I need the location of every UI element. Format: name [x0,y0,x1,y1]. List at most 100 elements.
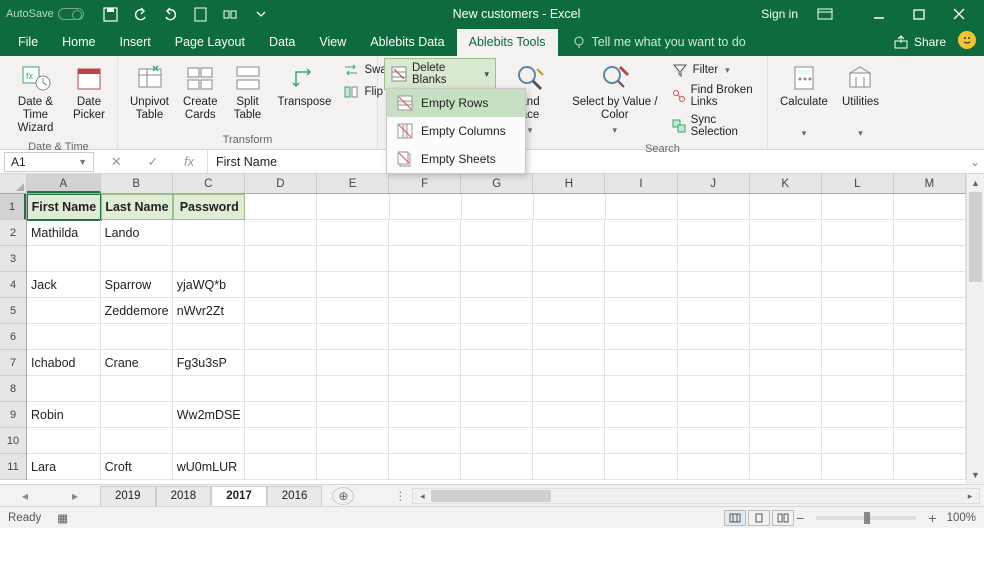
cell[interactable] [605,298,677,324]
cell[interactable] [317,324,389,350]
expand-formula-bar-button[interactable]: ⌄ [966,155,984,169]
tab-home[interactable]: Home [50,29,107,56]
cell[interactable] [822,402,894,428]
header-cell[interactable]: Password [173,194,245,220]
insert-function-button[interactable]: fx [184,154,194,169]
sheet-tab-2018[interactable]: 2018 [156,486,212,506]
feedback-button[interactable] [958,31,976,49]
qat-customize-button[interactable] [248,2,274,26]
calculate-button[interactable]: Calculate▾ [774,58,834,144]
cell[interactable] [606,194,678,220]
cell[interactable] [750,194,822,220]
zoom-in-button[interactable]: + [926,510,938,526]
cell[interactable] [317,402,389,428]
column-header-B[interactable]: B [101,174,173,193]
cell[interactable] [245,298,317,324]
column-header-A[interactable]: A [27,174,101,193]
cell[interactable] [605,402,677,428]
cell[interactable] [317,220,389,246]
cell[interactable] [678,350,750,376]
cell[interactable]: Croft [101,454,173,480]
cell[interactable] [533,298,605,324]
cell[interactable] [750,272,822,298]
cell[interactable] [245,194,317,220]
cell[interactable] [822,428,894,454]
cell[interactable] [317,376,389,402]
cell[interactable] [894,402,966,428]
cell[interactable] [389,376,461,402]
column-header-C[interactable]: C [173,174,245,193]
sync-selection-button[interactable]: Sync Selection [668,112,761,140]
unpivot-table-button[interactable]: Unpivot Table [124,58,175,126]
cell[interactable] [678,220,750,246]
column-header-D[interactable]: D [245,174,317,193]
column-header-G[interactable]: G [461,174,533,193]
cell[interactable] [678,428,750,454]
cell[interactable]: Lando [101,220,173,246]
cell[interactable] [101,376,173,402]
cell[interactable] [389,428,461,454]
minimize-button[interactable] [864,2,894,26]
cell[interactable] [27,324,101,350]
tab-page-layout[interactable]: Page Layout [163,29,257,56]
touch-mode-button[interactable] [218,2,244,26]
cell[interactable] [245,246,317,272]
redo-button[interactable] [158,2,184,26]
cell[interactable] [173,376,245,402]
cell[interactable] [894,376,966,402]
menu-empty-rows[interactable]: Empty Rows [387,89,525,117]
transpose-button[interactable]: Transpose [272,58,338,113]
cell[interactable] [750,454,822,480]
cell[interactable] [533,272,605,298]
cell[interactable] [317,428,389,454]
cell[interactable] [389,454,461,480]
create-cards-button[interactable]: Create Cards [177,58,224,126]
cell[interactable] [678,272,750,298]
cell[interactable]: Mathilda [27,220,101,246]
ribbon-display-options[interactable] [812,2,838,26]
cell[interactable] [461,428,533,454]
filter-button[interactable]: Filter▾ [668,60,761,80]
scroll-left-button[interactable]: ◂ [413,489,431,503]
cell[interactable] [894,220,966,246]
cell[interactable] [750,246,822,272]
cell[interactable] [245,454,317,480]
close-button[interactable] [944,2,974,26]
page-layout-view-button[interactable] [748,510,770,526]
cell[interactable] [605,454,677,480]
zoom-level[interactable]: 100% [947,512,976,524]
row-header-1[interactable]: 1 [0,194,26,220]
cell[interactable] [317,194,389,220]
cell[interactable] [894,428,966,454]
macro-recording-icon[interactable]: ▦ [57,511,68,525]
cell[interactable] [750,324,822,350]
cell[interactable] [533,428,605,454]
cell[interactable] [245,402,317,428]
cell[interactable] [822,220,894,246]
column-header-F[interactable]: F [389,174,461,193]
column-header-K[interactable]: K [750,174,822,193]
name-box[interactable]: A1 ▼ [4,152,94,172]
autosave-toggle[interactable]: AutoSave [0,8,90,20]
sheet-nav-first[interactable]: ◂ [22,489,28,503]
row-header-5[interactable]: 5 [0,298,26,324]
header-cell[interactable]: First Name [27,194,101,220]
sheet-tab-2019[interactable]: 2019 [100,486,156,506]
cell[interactable] [533,402,605,428]
cell[interactable] [894,272,966,298]
cell[interactable] [605,376,677,402]
cell[interactable]: Robin [27,402,101,428]
cell[interactable] [461,298,533,324]
cell[interactable] [245,272,317,298]
row-header-9[interactable]: 9 [0,402,26,428]
cell[interactable] [750,220,822,246]
cell[interactable] [317,298,389,324]
column-header-L[interactable]: L [822,174,894,193]
column-header-J[interactable]: J [678,174,750,193]
cell[interactable] [173,246,245,272]
cell[interactable] [750,402,822,428]
cell[interactable] [245,220,317,246]
cell[interactable] [461,324,533,350]
row-header-11[interactable]: 11 [0,454,26,480]
cell[interactable] [173,428,245,454]
